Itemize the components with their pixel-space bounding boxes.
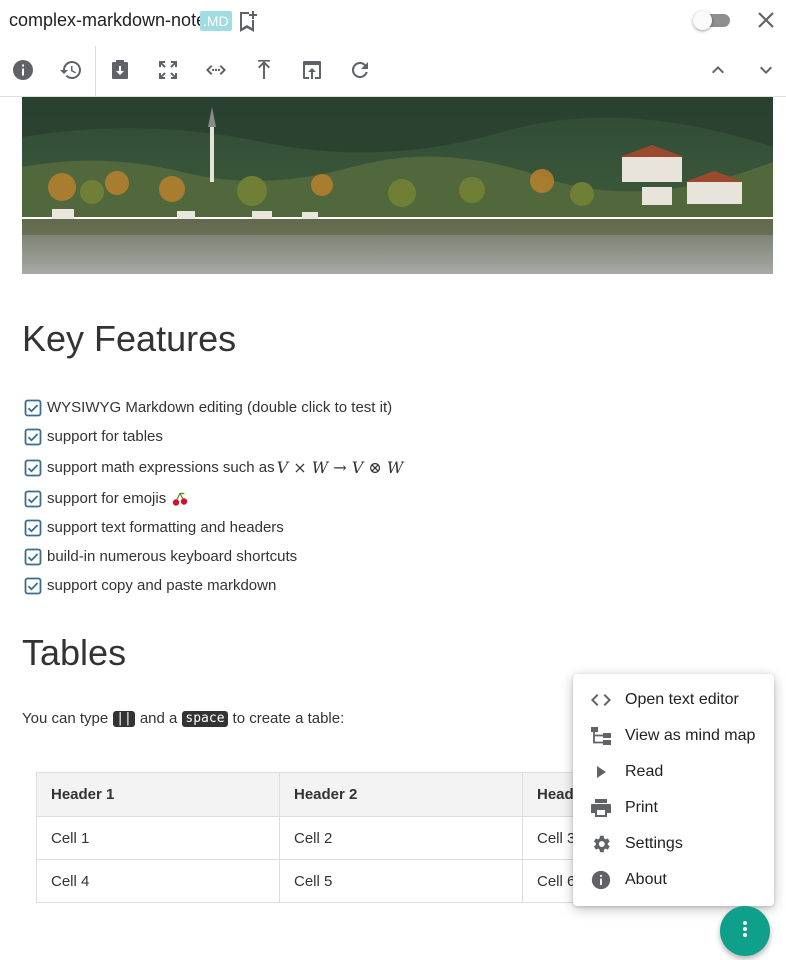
menu-item-label: Read — [625, 763, 664, 780]
checkbox-checked-icon[interactable] — [24, 399, 42, 417]
para-text-after: to create a table: — [232, 710, 345, 727]
menu-item-label: Settings — [625, 835, 683, 852]
print-icon — [590, 798, 612, 818]
document-title: complex-markdown-note — [9, 10, 207, 30]
checkbox-checked-icon[interactable] — [24, 519, 42, 537]
refresh-icon[interactable] — [347, 57, 373, 83]
list-item: support copy and paste markdown — [22, 571, 403, 600]
chevron-up-icon[interactable] — [705, 57, 731, 83]
menu-item-about[interactable]: About — [573, 862, 774, 898]
checkbox-checked-icon[interactable] — [24, 490, 42, 508]
save-download-icon[interactable] — [107, 57, 133, 83]
feature-text: support copy and paste markdown — [47, 577, 277, 594]
open-external-icon[interactable] — [299, 57, 325, 83]
mind-map-icon — [590, 726, 612, 746]
table-cell[interactable]: Cell 5 — [279, 859, 523, 903]
toggle-knob — [693, 11, 712, 30]
more-vertical-icon — [742, 920, 748, 943]
table-header-cell[interactable]: Header 1 — [36, 772, 280, 817]
menu-item-label: View as mind map — [625, 727, 756, 744]
feature-text: support for tables — [47, 428, 163, 445]
heading-tables: Tables — [22, 632, 127, 673]
para-text-before: You can type — [22, 710, 109, 727]
checkbox-checked-icon[interactable] — [24, 577, 42, 595]
feature-text: support text formatting and headers — [47, 519, 284, 536]
fab-popup-menu: Open text editor View as mind map Read P… — [573, 674, 774, 906]
code-icon — [590, 690, 612, 710]
cherry-emoji-icon — [172, 491, 188, 507]
list-item: support math expressions such as V × W →… — [22, 451, 403, 484]
heading-key-features: Key Features — [22, 318, 237, 359]
checkbox-checked-icon[interactable] — [24, 459, 42, 477]
feature-list: WYSIWYG Markdown editing (double click t… — [22, 393, 403, 600]
code-expand-icon[interactable] — [203, 57, 229, 83]
list-item: support for tables — [22, 422, 403, 451]
info-icon — [590, 870, 612, 890]
fab-more-button[interactable] — [720, 906, 770, 956]
checkbox-checked-icon[interactable] — [24, 548, 42, 566]
info-icon[interactable] — [10, 57, 36, 83]
fullscreen-icon[interactable] — [155, 57, 181, 83]
feature-text: support for emojis — [47, 490, 167, 507]
list-item: build-in numerous keyboard shortcuts — [22, 542, 403, 571]
chevron-down-icon[interactable] — [753, 57, 779, 83]
table-cell[interactable]: Cell 4 — [36, 859, 280, 903]
table-cell[interactable]: Cell 2 — [279, 816, 523, 860]
landscape-lake-village-photo — [22, 97, 773, 274]
bookmark-add-icon[interactable] — [237, 10, 257, 32]
list-item: WYSIWYG Markdown editing (double click t… — [22, 393, 403, 422]
table-header-cell[interactable]: Header 2 — [279, 772, 523, 817]
kbd-space: space — [182, 710, 228, 727]
menu-item-label: Print — [625, 799, 658, 816]
menu-item-print[interactable]: Print — [573, 790, 774, 826]
feature-text: support math expressions such as — [47, 459, 275, 476]
title-bar: complex-markdown-note .MD — [0, 0, 786, 42]
menu-item-open-text-editor[interactable]: Open text editor — [573, 682, 774, 718]
export-up-icon[interactable] — [251, 57, 277, 83]
history-icon[interactable] — [58, 57, 84, 83]
gear-icon — [590, 834, 612, 854]
kbd-pipes: || — [113, 710, 135, 727]
feature-text: WYSIWYG Markdown editing (double click t… — [47, 399, 393, 416]
table-instructions: You can type || and a space to create a … — [22, 710, 344, 727]
toolbar — [0, 46, 786, 97]
toggle-switch[interactable] — [693, 11, 731, 30]
feature-text: build-in numerous keyboard shortcuts — [47, 548, 298, 565]
menu-item-view-as-mind-map[interactable]: View as mind map — [573, 718, 774, 754]
menu-item-settings[interactable]: Settings — [573, 826, 774, 862]
menu-item-label: About — [625, 871, 667, 888]
math-expression: V × W → V ⊗ W — [276, 458, 404, 477]
toolbar-divider — [95, 46, 96, 96]
menu-item-read[interactable]: Read — [573, 754, 774, 790]
list-item: support text formatting and headers — [22, 513, 403, 542]
extension-badge: .MD — [200, 11, 232, 31]
para-text-middle: and a — [139, 710, 178, 727]
menu-item-label: Open text editor — [625, 691, 739, 708]
list-item: support for emojis — [22, 484, 403, 513]
play-icon — [590, 762, 612, 782]
close-icon[interactable] — [755, 9, 777, 31]
table-cell[interactable]: Cell 1 — [36, 816, 280, 860]
checkbox-checked-icon[interactable] — [24, 428, 42, 446]
